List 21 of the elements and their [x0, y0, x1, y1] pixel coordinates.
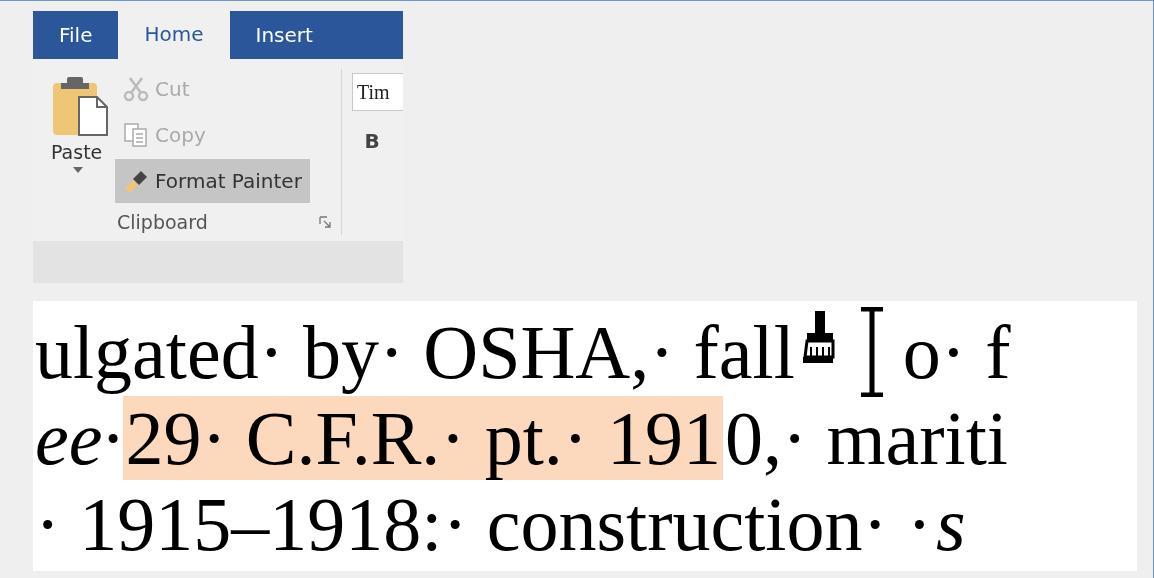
document-text: s	[935, 482, 967, 566]
ribbon-tab[interactable]: Insert	[229, 11, 339, 59]
document-text: ee·	[34, 396, 123, 480]
caret-icon	[73, 167, 83, 173]
document-text: · 1915–1918:· construction· ·	[34, 482, 934, 566]
paintbrush-icon	[123, 168, 149, 194]
document-text: 0,· mariti	[724, 396, 1009, 480]
scissors-icon	[123, 76, 149, 102]
dialog-launcher-icon[interactable]	[319, 216, 331, 228]
clipboard-icon	[51, 75, 109, 137]
document-text: 29· C.F.R.· pt.· 191	[123, 396, 724, 480]
ribbon-tab[interactable]: File	[33, 11, 119, 59]
group-label: Clipboard	[117, 211, 208, 233]
bold-button[interactable]: B	[352, 129, 392, 153]
ribbon-tab[interactable]: Home	[118, 9, 230, 59]
font-field[interactable]: Tim	[352, 73, 403, 111]
paste-button[interactable]: Paste	[47, 67, 109, 203]
document-text: ulgated· by· OSHA,· fall	[34, 310, 796, 394]
copy-icon	[123, 122, 149, 148]
clipboard-command[interactable]: Format Painter	[115, 159, 310, 203]
document-text: o· f	[901, 310, 1012, 394]
